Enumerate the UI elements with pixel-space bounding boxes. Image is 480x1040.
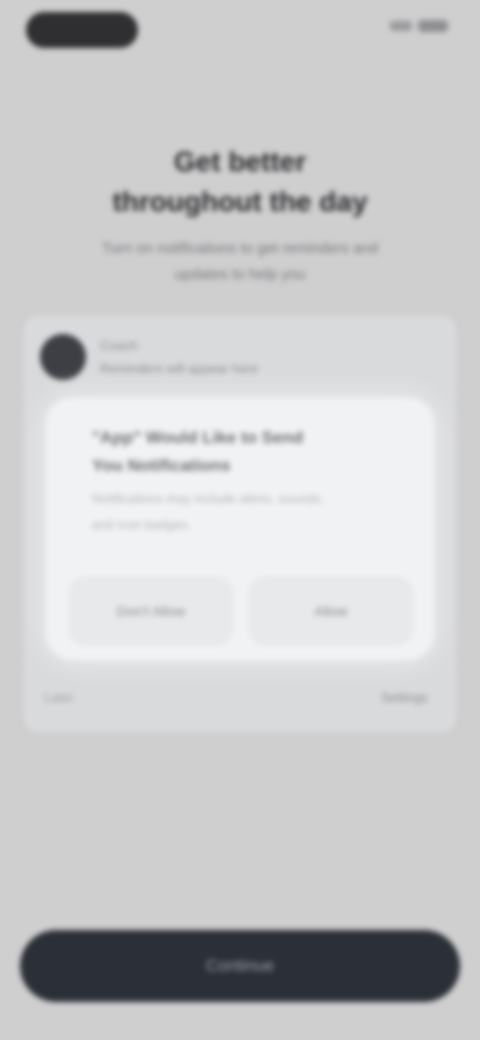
signal-icon — [390, 21, 412, 31]
profile-row: Coach Reminders will appear here — [40, 334, 258, 380]
page-title-line-1: Get better — [173, 146, 307, 177]
status-indicators — [390, 20, 448, 32]
avatar — [40, 334, 86, 380]
dialog-title-line-1: "App" Would Like to Send — [92, 428, 304, 447]
page-title-line-2: throughout the day — [112, 186, 368, 217]
settings-link[interactable]: Settings — [381, 690, 428, 705]
dont-allow-button[interactable]: Don't Allow — [68, 576, 234, 646]
status-time-pill — [26, 12, 138, 48]
battery-icon — [418, 20, 448, 32]
dialog-title-line-2: You Notifications — [92, 456, 231, 475]
allow-button[interactable]: Allow — [248, 576, 414, 646]
screen: Get better throughout the day Turn on no… — [0, 0, 480, 1040]
dialog-body-line-1: Notifications may include alerts, sounds… — [92, 491, 324, 506]
profile-name: Coach — [100, 338, 138, 353]
dialog-title: "App" Would Like to Send You Notificatio… — [92, 424, 402, 480]
page-subtitle-line-2: updates to help you — [174, 266, 306, 283]
later-link[interactable]: Later — [44, 690, 74, 705]
dialog-buttons: Don't Allow Allow — [68, 576, 414, 646]
page-title: Get better throughout the day — [0, 142, 480, 222]
page-subtitle-line-1: Turn on notifications to get reminders a… — [101, 240, 379, 257]
continue-button[interactable]: Continue — [20, 930, 460, 1002]
page-subtitle: Turn on notifications to get reminders a… — [36, 236, 444, 288]
dialog-body: Notifications may include alerts, sounds… — [92, 486, 402, 538]
dialog-body-line-2: and icon badges. — [92, 517, 192, 532]
profile-description: Reminders will appear here — [100, 361, 259, 376]
